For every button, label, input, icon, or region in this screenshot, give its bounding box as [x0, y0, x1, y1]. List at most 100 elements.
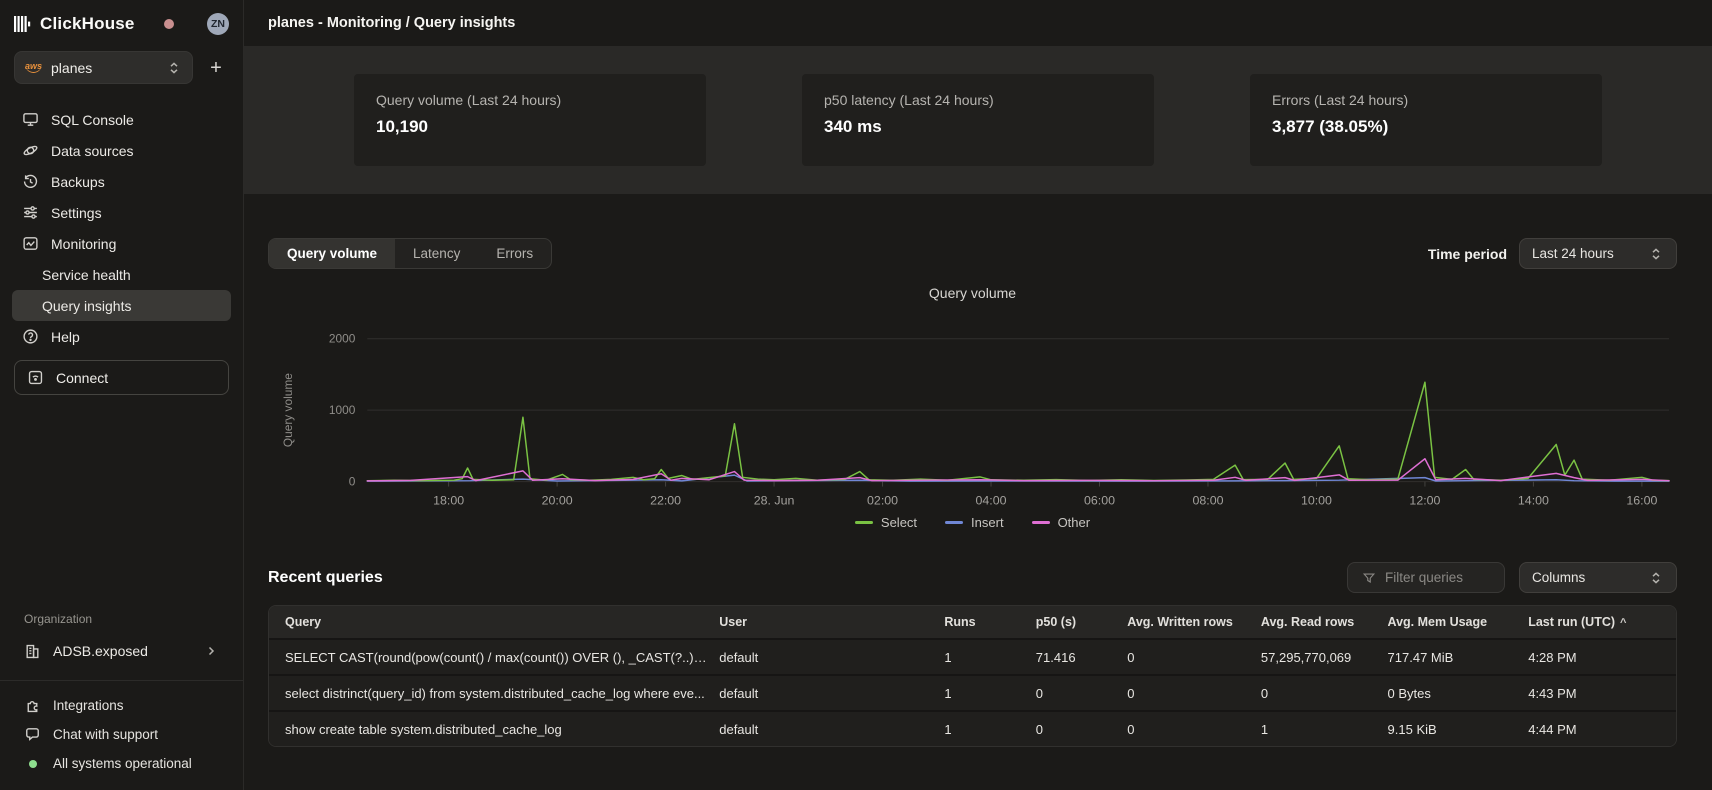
- stat-value: 10,190: [376, 117, 684, 137]
- cell-last_run: 4:43 PM: [1528, 686, 1676, 701]
- chevron-right-icon: [202, 643, 219, 660]
- sidebar-item-label: SQL Console: [51, 112, 134, 128]
- table-row[interactable]: select distrinct(query_id) from system.d…: [269, 674, 1676, 710]
- recent-queries-header: Recent queries Columns: [268, 562, 1677, 593]
- organization-section: Organization ADSB.exposed: [0, 612, 243, 668]
- chart-legend: Select Insert Other: [268, 515, 1677, 530]
- sidebar-item-settings[interactable]: Settings: [12, 197, 231, 228]
- column-header-avg_mem[interactable]: Avg. Mem Usage: [1388, 615, 1529, 629]
- recent-queries-table: QueryUserRunsp50 (s)Avg. Written rowsAvg…: [268, 605, 1677, 747]
- tab-query-volume[interactable]: Query volume: [269, 239, 395, 268]
- table-row[interactable]: SELECT CAST(round(pow(count() / max(coun…: [269, 638, 1676, 674]
- monitoring-icon: [22, 235, 39, 252]
- table-body: SELECT CAST(round(pow(count() / max(coun…: [269, 638, 1676, 746]
- time-period-label: Time period: [1428, 246, 1507, 262]
- cell-avg_written: 0: [1127, 722, 1261, 737]
- sidebar-item-data-sources[interactable]: Data sources: [12, 135, 231, 166]
- series-line-other: [367, 459, 1669, 481]
- connect-label: Connect: [56, 370, 108, 386]
- legend-dash: [855, 521, 873, 524]
- sidebar-item-service-health[interactable]: Service health: [12, 259, 231, 290]
- stat-value: 340 ms: [824, 117, 1132, 137]
- organization-item[interactable]: ADSB.exposed: [14, 634, 229, 668]
- svg-text:10:00: 10:00: [1301, 493, 1332, 507]
- legend-label: Insert: [971, 515, 1004, 530]
- tab-errors[interactable]: Errors: [478, 239, 551, 268]
- footer-item-label: Integrations: [53, 698, 124, 713]
- status-label: All systems operational: [53, 756, 192, 771]
- sidebar-item-label: Service health: [42, 267, 131, 283]
- system-status-item[interactable]: All systems operational: [14, 749, 229, 778]
- avatar[interactable]: ZN: [207, 13, 229, 35]
- stat-label: Query volume (Last 24 hours): [376, 92, 684, 108]
- sidebar-item-query-insights[interactable]: Query insights: [12, 290, 231, 321]
- svg-text:08:00: 08:00: [1192, 493, 1223, 507]
- organization-name: ADSB.exposed: [53, 643, 148, 659]
- legend-item-insert[interactable]: Insert: [945, 515, 1004, 530]
- cell-avg_read: 0: [1261, 686, 1388, 701]
- puzzle-icon: [24, 697, 41, 714]
- column-header-runs[interactable]: Runs: [944, 615, 1035, 629]
- column-header-avg_written[interactable]: Avg. Written rows: [1127, 615, 1261, 629]
- sidebar-item-help[interactable]: Help: [12, 321, 231, 352]
- svg-text:04:00: 04:00: [976, 493, 1007, 507]
- funnel-icon: [1360, 569, 1377, 586]
- column-header-avg_read[interactable]: Avg. Read rows: [1261, 615, 1388, 629]
- sidebar-item-integrations[interactable]: Integrations: [14, 691, 229, 720]
- connect-button[interactable]: Connect: [14, 360, 229, 395]
- time-period-select[interactable]: Last 24 hours: [1519, 238, 1677, 269]
- sidebar-item-monitoring[interactable]: Monitoring: [12, 228, 231, 259]
- chevron-updown-icon: [1647, 245, 1664, 262]
- brand-status-dot: [164, 19, 174, 29]
- query-volume-chart-svg: 01000200018:0020:0022:0028. Jun02:0004:0…: [268, 301, 1677, 511]
- chart-controls-row: Query volume Latency Errors Time period …: [268, 238, 1677, 269]
- series-line-select: [367, 382, 1669, 480]
- cell-last_run: 4:28 PM: [1528, 650, 1676, 665]
- sidebar-item-backups[interactable]: Backups: [12, 166, 231, 197]
- legend-label: Other: [1058, 515, 1091, 530]
- service-selector[interactable]: aws planes: [14, 51, 193, 84]
- help-icon: [22, 328, 39, 345]
- chat-bubble-icon: [24, 726, 41, 743]
- svg-text:20:00: 20:00: [542, 493, 573, 507]
- main: planes - Monitoring / Query insights Que…: [244, 0, 1712, 790]
- column-header-query[interactable]: Query: [269, 615, 719, 629]
- settings-sliders-icon: [22, 204, 39, 221]
- recent-queries-title: Recent queries: [268, 569, 383, 587]
- legend-item-select[interactable]: Select: [855, 515, 917, 530]
- stat-card-p50-latency: p50 latency (Last 24 hours) 340 ms: [802, 74, 1154, 166]
- legend-item-other[interactable]: Other: [1032, 515, 1091, 530]
- organization-label: Organization: [14, 612, 229, 626]
- add-service-button[interactable]: +: [203, 55, 229, 81]
- time-period-control: Time period Last 24 hours: [1428, 238, 1677, 269]
- svg-text:Query volume: Query volume: [281, 373, 295, 447]
- recent-queries-controls: Columns: [1347, 562, 1677, 593]
- filter-queries-input[interactable]: [1385, 570, 1493, 585]
- main-header: planes - Monitoring / Query insights: [244, 0, 1712, 46]
- service-name: planes: [51, 60, 92, 76]
- connect-icon: [27, 369, 44, 386]
- cell-avg_written: 0: [1127, 686, 1261, 701]
- cell-avg_mem: 9.15 KiB: [1388, 722, 1529, 737]
- table-row[interactable]: show create table system.distributed_cac…: [269, 710, 1676, 746]
- cell-user: default: [719, 650, 944, 665]
- cell-runs: 1: [944, 650, 1035, 665]
- content: Query volume Latency Errors Time period …: [244, 194, 1712, 790]
- legend-dash: [945, 521, 963, 524]
- column-header-p50[interactable]: p50 (s): [1036, 615, 1127, 629]
- sidebar-item-sql-console[interactable]: SQL Console: [12, 104, 231, 135]
- chevron-updown-icon: [165, 59, 182, 76]
- svg-text:06:00: 06:00: [1084, 493, 1115, 507]
- tab-latency[interactable]: Latency: [395, 239, 478, 268]
- stat-card-query-volume: Query volume (Last 24 hours) 10,190: [354, 74, 706, 166]
- svg-text:0: 0: [349, 475, 356, 489]
- sidebar-item-chat-support[interactable]: Chat with support: [14, 720, 229, 749]
- column-header-user[interactable]: User: [719, 615, 944, 629]
- column-header-last_run[interactable]: Last run (UTC)^: [1528, 615, 1676, 629]
- breadcrumb: planes - Monitoring / Query insights: [268, 15, 515, 31]
- clickhouse-logo-icon: [14, 16, 31, 33]
- footer-item-label: Chat with support: [53, 727, 158, 742]
- svg-text:16:00: 16:00: [1626, 493, 1657, 507]
- columns-select[interactable]: Columns: [1519, 562, 1677, 593]
- columns-label: Columns: [1532, 570, 1585, 585]
